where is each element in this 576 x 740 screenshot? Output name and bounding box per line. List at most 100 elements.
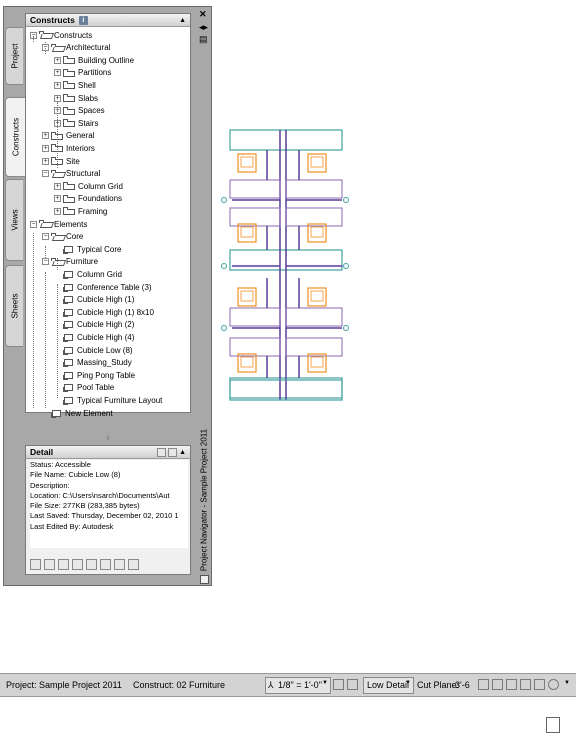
detail-toggle-icon[interactable] bbox=[168, 447, 178, 457]
expand-icon[interactable]: + bbox=[54, 195, 61, 203]
expand-icon[interactable]: + bbox=[42, 157, 49, 165]
tree-node[interactable]: + Spaces bbox=[54, 105, 105, 117]
cut-plane-value[interactable]: 3'-6 bbox=[455, 680, 470, 690]
tree-node[interactable]: + Site bbox=[42, 155, 80, 167]
tree-node-label: Structural bbox=[66, 169, 101, 179]
chair-seat bbox=[310, 290, 324, 302]
auto-scale-icon[interactable] bbox=[347, 679, 358, 690]
tree-node[interactable]: Cubicle High (2) bbox=[54, 319, 134, 331]
tree-node[interactable]: Column Grid bbox=[54, 268, 122, 280]
tab-constructs[interactable]: Constructs bbox=[5, 97, 25, 177]
tab-views-label: Views bbox=[10, 209, 19, 231]
tree-node[interactable]: + Interiors bbox=[42, 142, 95, 154]
surface-hatch-icon[interactable] bbox=[478, 679, 489, 690]
tree-node[interactable]: + Framing bbox=[54, 205, 107, 217]
drawing-icon bbox=[63, 371, 74, 380]
expand-icon[interactable]: + bbox=[54, 81, 61, 89]
tree-node[interactable]: − Elements bbox=[30, 218, 87, 230]
desk bbox=[229, 207, 281, 227]
tree-node[interactable]: Cubicle High (4) bbox=[54, 331, 134, 343]
tree-node[interactable]: Cubicle High (1) bbox=[54, 294, 134, 306]
close-icon[interactable]: ✕ bbox=[199, 10, 207, 19]
refresh-icon[interactable] bbox=[114, 559, 125, 570]
expand-icon[interactable]: + bbox=[54, 94, 61, 102]
properties-icon[interactable] bbox=[100, 559, 111, 570]
tree-node[interactable]: Typical Furniture Layout bbox=[54, 394, 162, 406]
tab-sheets[interactable]: Sheets bbox=[5, 265, 23, 347]
add-element-icon[interactable] bbox=[44, 559, 55, 570]
drawing-icon bbox=[63, 333, 74, 342]
folder-icon bbox=[63, 68, 75, 77]
properties-menu-icon[interactable]: ▤ bbox=[199, 35, 208, 44]
expand-icon[interactable]: + bbox=[54, 207, 61, 215]
expand-icon[interactable]: + bbox=[54, 69, 61, 77]
tree-node[interactable]: + Partitions bbox=[54, 67, 111, 79]
tree-node-label: Architectural bbox=[66, 43, 111, 53]
tree-node-label: Slabs bbox=[78, 93, 99, 103]
tag-icon[interactable] bbox=[506, 679, 517, 690]
auto-hide-icon[interactable]: ◂▸ bbox=[199, 23, 208, 32]
tree-node[interactable]: − Structural bbox=[42, 168, 100, 180]
project-navigator-palette: Project Constructs Views Sheets Construc… bbox=[3, 6, 212, 586]
tree-node[interactable]: − Core bbox=[42, 231, 83, 243]
drawing-window-icon[interactable] bbox=[546, 717, 560, 733]
expand-icon[interactable]: + bbox=[54, 182, 61, 190]
chair-seat bbox=[310, 156, 324, 168]
collapse-arrow-icon[interactable]: ▲ bbox=[179, 449, 186, 456]
annotation-scale-dropdown[interactable]: ⅄ 1/8" = 1'-0" ▼ bbox=[265, 677, 331, 694]
workspace-icon[interactable] bbox=[534, 679, 545, 690]
tree-node[interactable]: + Shell bbox=[54, 79, 96, 91]
status-menu-chevron-icon[interactable]: ▼ bbox=[564, 680, 570, 686]
tree-node[interactable]: Pool Table bbox=[54, 382, 114, 394]
collapse-icon[interactable]: − bbox=[42, 233, 49, 241]
layer-key-icon[interactable] bbox=[492, 679, 503, 690]
isolate-objects-icon[interactable] bbox=[520, 679, 531, 690]
grid-bubble bbox=[221, 325, 227, 331]
expand-icon[interactable]: + bbox=[42, 144, 49, 152]
palette-title: Project Navigator - Sample Project 2011 bbox=[197, 425, 211, 575]
copy-icon[interactable] bbox=[58, 559, 69, 570]
tree-node[interactable]: − Architectural bbox=[42, 42, 110, 54]
tab-views[interactable]: Views bbox=[5, 179, 23, 261]
tree-node[interactable]: − Constructs bbox=[30, 29, 92, 41]
tree-node[interactable]: Ping Pong Table bbox=[54, 369, 135, 381]
palette-settings-icon[interactable] bbox=[200, 575, 209, 584]
detail-line: Last Saved: Thursday, December 02, 2010 … bbox=[30, 511, 179, 521]
tree-node[interactable]: + Column Grid bbox=[54, 180, 123, 192]
expand-icon[interactable]: + bbox=[54, 56, 61, 64]
status-bar: Project: Sample Project 2011 Construct: … bbox=[0, 673, 576, 697]
tree-node-label: Site bbox=[66, 156, 80, 166]
drawing-icon bbox=[63, 358, 74, 368]
repath-icon[interactable] bbox=[86, 559, 97, 570]
add-construct-icon[interactable] bbox=[30, 559, 41, 570]
collapse-icon[interactable]: − bbox=[42, 258, 49, 266]
detail-title: Detail bbox=[30, 447, 54, 457]
tree-node[interactable]: + General bbox=[42, 130, 94, 142]
xref-icon[interactable] bbox=[128, 559, 139, 570]
tree-node[interactable]: Cubicle Low (8) bbox=[54, 344, 133, 356]
collapse-icon[interactable]: − bbox=[30, 220, 37, 228]
collapse-icon[interactable]: − bbox=[42, 170, 49, 178]
collapse-arrow-icon[interactable]: ▲ bbox=[179, 17, 186, 24]
lightbulb-icon[interactable] bbox=[548, 679, 559, 690]
tree-node[interactable]: Massing_Study bbox=[54, 357, 132, 369]
tree-node[interactable]: New Element bbox=[42, 407, 113, 419]
tree-node[interactable]: + Slabs bbox=[54, 92, 98, 104]
preview-toggle-icon[interactable] bbox=[157, 447, 167, 457]
display-configuration-dropdown[interactable]: Low Detail ▼ bbox=[363, 677, 414, 694]
tree-node[interactable]: Typical Core bbox=[54, 243, 121, 255]
folder-icon bbox=[63, 207, 75, 216]
tree-node-label: Column Grid bbox=[78, 181, 123, 191]
expand-icon[interactable]: + bbox=[42, 132, 49, 140]
tab-project[interactable]: Project bbox=[5, 27, 23, 85]
tree-node[interactable]: Cubicle High (1) 8x10 bbox=[54, 306, 154, 318]
tree-node[interactable]: + Building Outline bbox=[54, 54, 134, 66]
tree-node[interactable]: + Stairs bbox=[54, 117, 98, 129]
annotation-visibility-icon[interactable] bbox=[333, 679, 344, 690]
tree-node[interactable]: + Foundations bbox=[54, 193, 122, 205]
tree-node[interactable]: Conference Table (3) bbox=[54, 281, 152, 293]
clipboard-icon[interactable] bbox=[72, 559, 83, 570]
tree-node[interactable]: − Furniture bbox=[42, 256, 98, 268]
info-icon[interactable]: i bbox=[78, 15, 88, 25]
panel-splitter[interactable]: ⇕ bbox=[25, 435, 191, 443]
